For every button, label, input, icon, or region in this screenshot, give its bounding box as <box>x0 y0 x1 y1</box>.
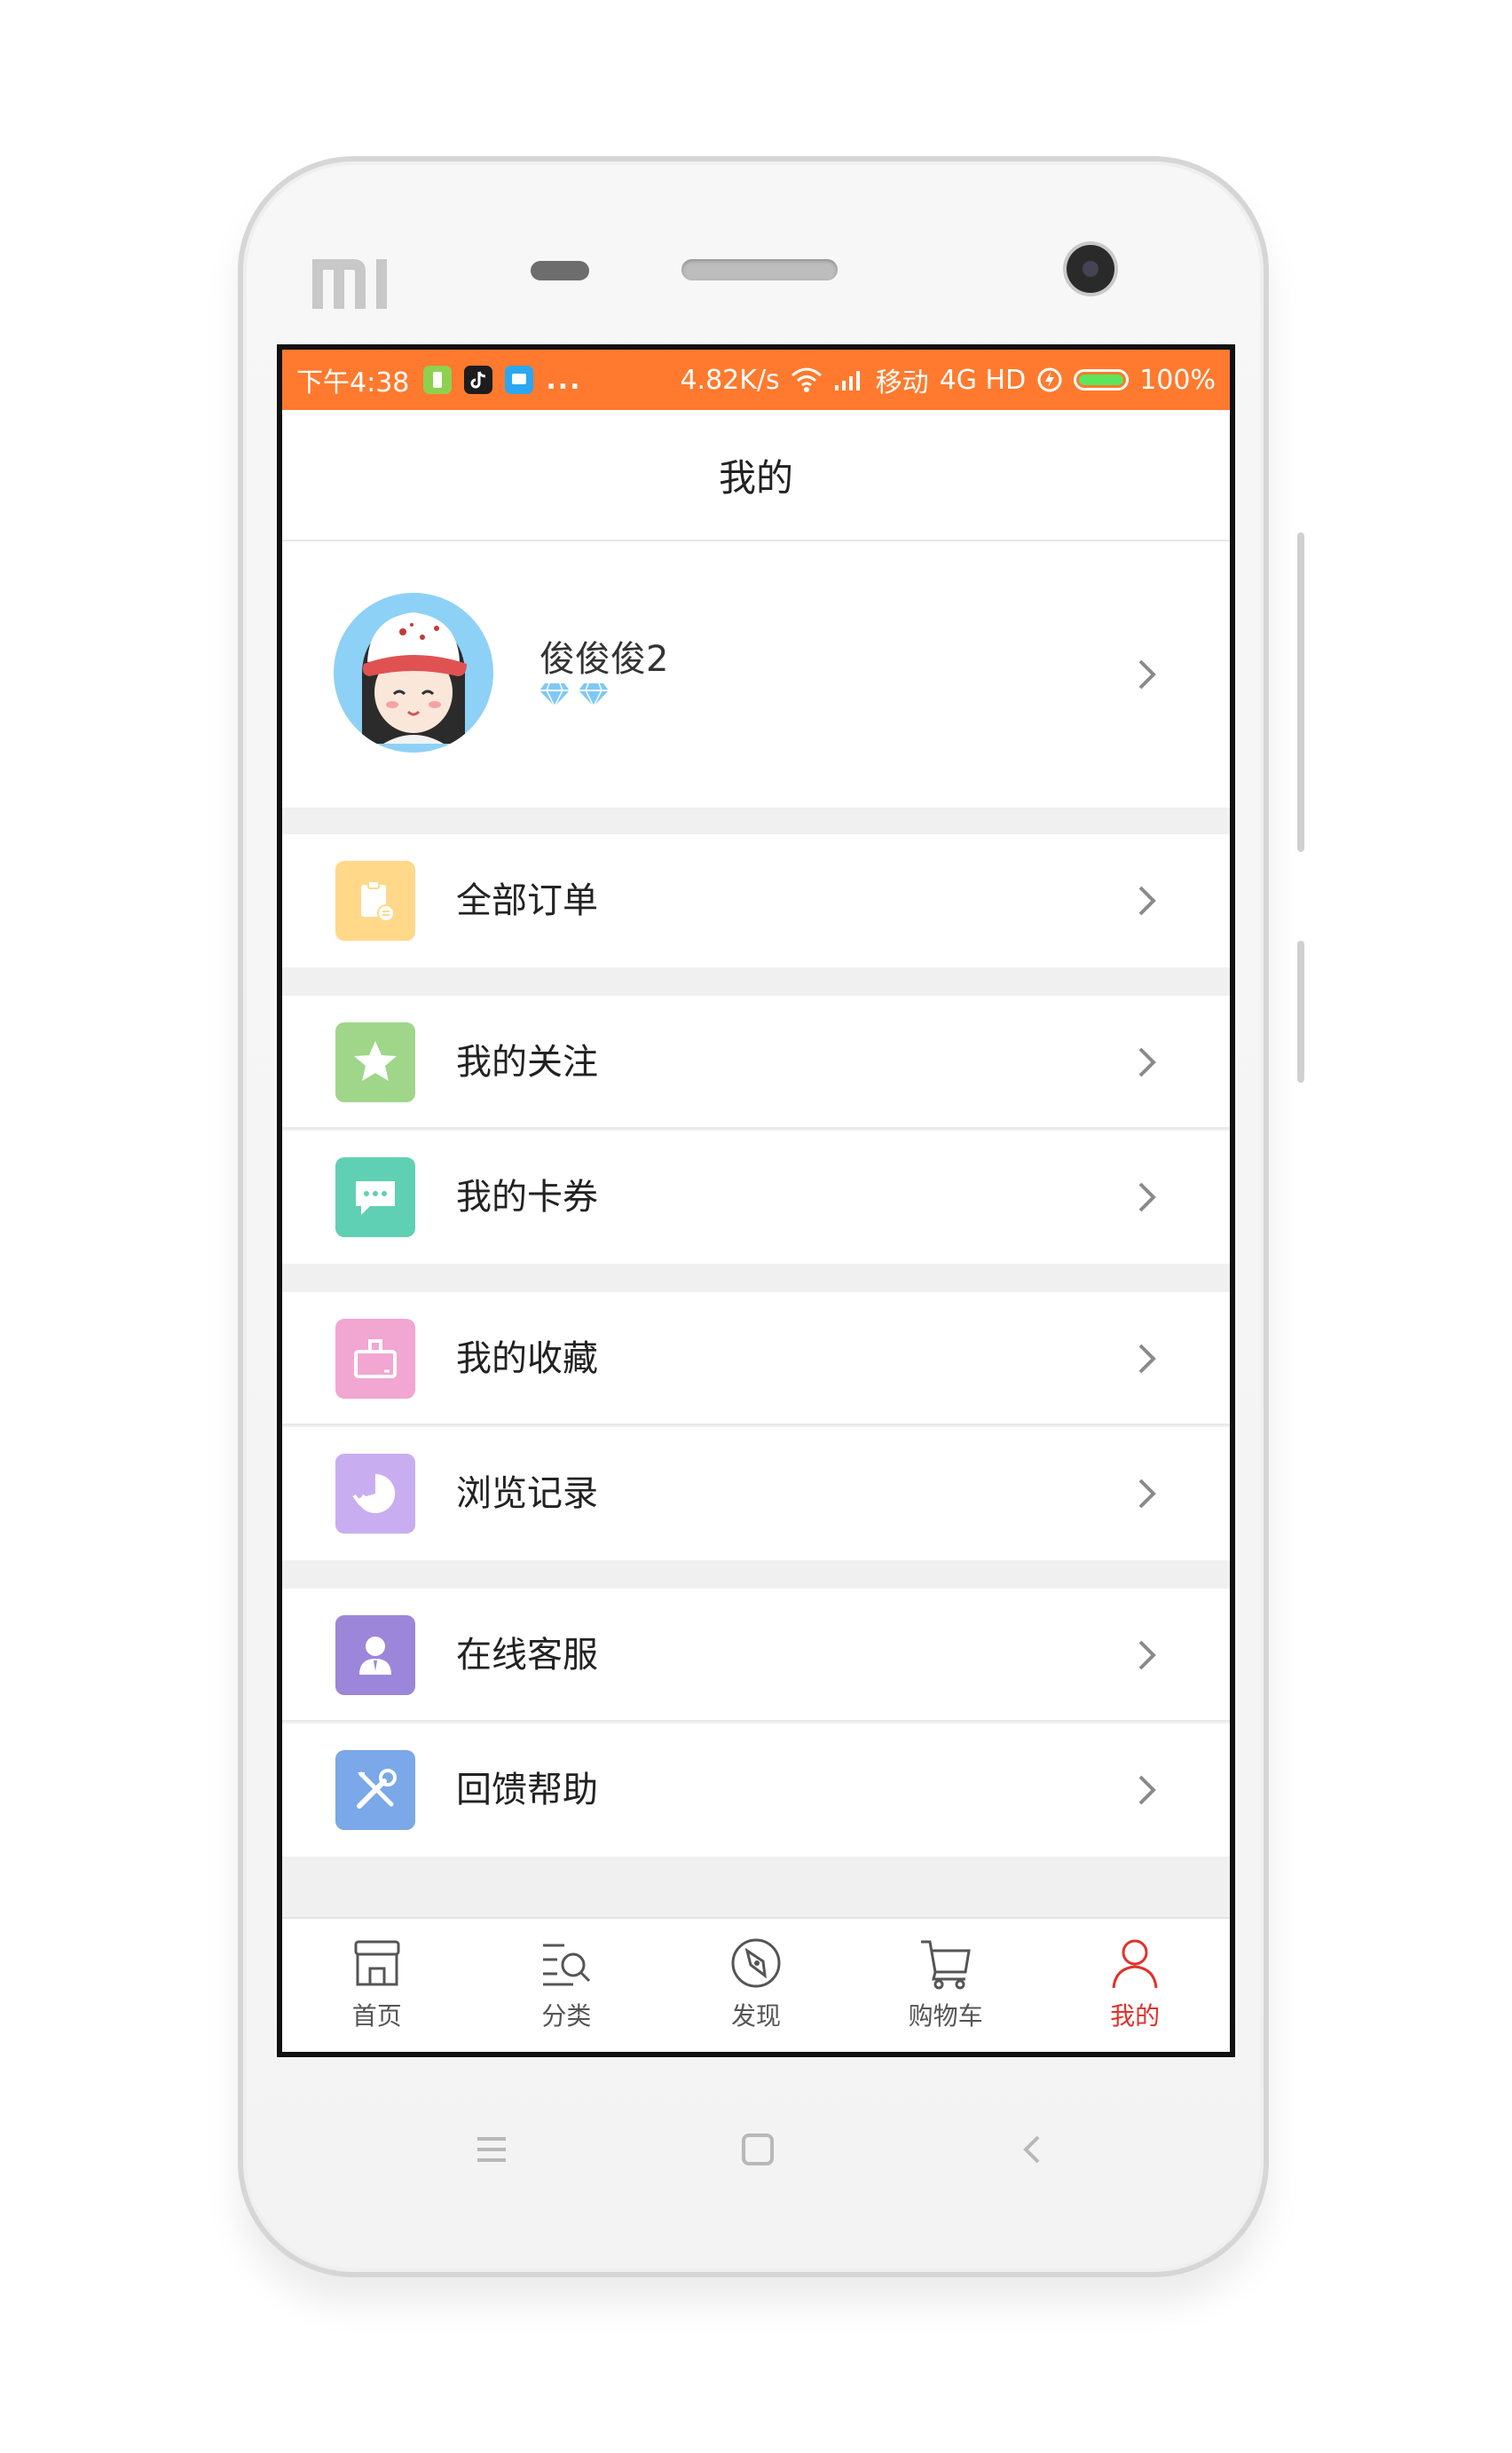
message-app-icon <box>505 366 534 394</box>
menu-label: 在线客服 <box>456 1635 598 1676</box>
clipboard-order-icon <box>335 861 415 941</box>
tab-category[interactable]: 分类 <box>472 1919 662 2052</box>
chevron-right-icon <box>1138 1640 1156 1670</box>
charging-icon <box>1037 367 1062 392</box>
proximity-sensor <box>531 261 589 280</box>
chevron-right-icon <box>1138 886 1156 916</box>
user-icon <box>1112 1939 1158 1989</box>
avatar[interactable] <box>334 593 493 753</box>
cart-icon <box>920 1940 971 1990</box>
menu-item-feedback-help[interactable]: 回馈帮助 <box>282 1723 1230 1857</box>
profile-card[interactable]: 俊俊俊2 <box>282 541 1230 808</box>
battery-app-icon <box>423 366 453 394</box>
menu-label: 我的卡券 <box>456 1177 598 1218</box>
menu-item-all-orders[interactable]: 全部订单 <box>282 834 1230 967</box>
tab-discover[interactable]: 发现 <box>661 1919 851 2052</box>
menu-label: 浏览记录 <box>456 1473 598 1514</box>
compass-icon <box>731 1938 781 1988</box>
signal-icon <box>834 371 860 390</box>
home-key-icon[interactable] <box>740 2134 776 2169</box>
tab-mine[interactable]: 我的 <box>1040 1919 1230 2052</box>
page-title: 我的 <box>718 455 793 500</box>
username: 俊俊俊2 <box>539 639 669 680</box>
menu-label: 回馈帮助 <box>456 1770 598 1810</box>
menu-label: 我的收藏 <box>456 1338 598 1379</box>
tab-label: 分类 <box>541 2001 592 2031</box>
tab-label: 我的 <box>1110 2001 1161 2031</box>
chevron-right-icon <box>1138 659 1156 690</box>
tab-label: 发现 <box>730 2001 781 2031</box>
chevron-right-icon <box>1138 1182 1156 1212</box>
row-divider <box>282 1127 1230 1129</box>
chevron-right-icon <box>1138 1479 1156 1509</box>
back-key-icon[interactable] <box>1019 2134 1045 2169</box>
avatar-illustration <box>334 593 493 753</box>
mi-logo <box>312 259 387 309</box>
tools-icon <box>335 1750 415 1830</box>
menu-item-my-coupons[interactable]: 我的卡券 <box>282 1131 1230 1264</box>
row-divider <box>282 1720 1230 1722</box>
menu-item-browse-history[interactable]: 浏览记录 <box>282 1427 1230 1560</box>
earpiece-speaker <box>681 259 838 280</box>
service-person-icon <box>335 1615 415 1695</box>
front-camera <box>1067 245 1114 293</box>
menu-item-my-follows[interactable]: 我的关注 <box>282 996 1230 1129</box>
star-icon <box>335 1022 415 1102</box>
tiktok-icon <box>464 366 493 394</box>
menu-item-online-service[interactable]: 在线客服 <box>282 1589 1230 1722</box>
diamond-icon <box>539 683 570 706</box>
menu-label: 我的关注 <box>456 1042 598 1083</box>
tab-label: 购物车 <box>908 2001 983 2031</box>
menu-key-icon[interactable] <box>474 2134 509 2165</box>
category-search-icon <box>543 1944 591 1986</box>
chevron-right-icon <box>1138 1047 1156 1077</box>
home-store-icon <box>354 1940 400 1986</box>
battery-fill <box>1079 375 1124 385</box>
tab-cart[interactable]: 购物车 <box>851 1919 1041 2052</box>
member-badges <box>539 683 609 706</box>
status-bar: 下午4:38 ... 4.82K/s 移动 4G HD 100% <box>282 350 1230 410</box>
carrier-name: 移动 <box>875 367 929 398</box>
page-title-bar: 我的 <box>282 410 1230 541</box>
menu-item-my-collection[interactable]: 我的收藏 <box>282 1292 1230 1425</box>
diamond-icon <box>579 683 609 706</box>
battery-percent: 100% <box>1139 364 1216 396</box>
tab-home[interactable]: 首页 <box>282 1919 472 2052</box>
tv-collection-icon <box>335 1319 415 1399</box>
chevron-right-icon <box>1138 1344 1156 1374</box>
more-notifications: ... <box>546 364 582 396</box>
menu-label: 全部订单 <box>456 880 598 921</box>
row-divider <box>282 1424 1230 1425</box>
phone-screen: 下午4:38 ... 4.82K/s 移动 4G HD 100% 我的 俊俊俊2… <box>277 344 1235 2057</box>
network-type: 4G HD <box>939 364 1027 396</box>
status-time: 下午4:38 <box>296 367 410 398</box>
battery-indicator <box>1074 369 1130 390</box>
volume-button <box>1297 532 1304 852</box>
wifi-icon <box>791 367 822 392</box>
bottom-tab-bar: 首页 分类 发现 购物车 我的 <box>282 1917 1230 2052</box>
chevron-right-icon <box>1138 1775 1156 1805</box>
history-clock-icon <box>335 1454 415 1534</box>
network-speed: 4.82K/s <box>680 364 780 396</box>
tab-label: 首页 <box>351 2001 402 2031</box>
chat-bubble-icon <box>335 1157 415 1237</box>
power-button <box>1297 941 1304 1083</box>
